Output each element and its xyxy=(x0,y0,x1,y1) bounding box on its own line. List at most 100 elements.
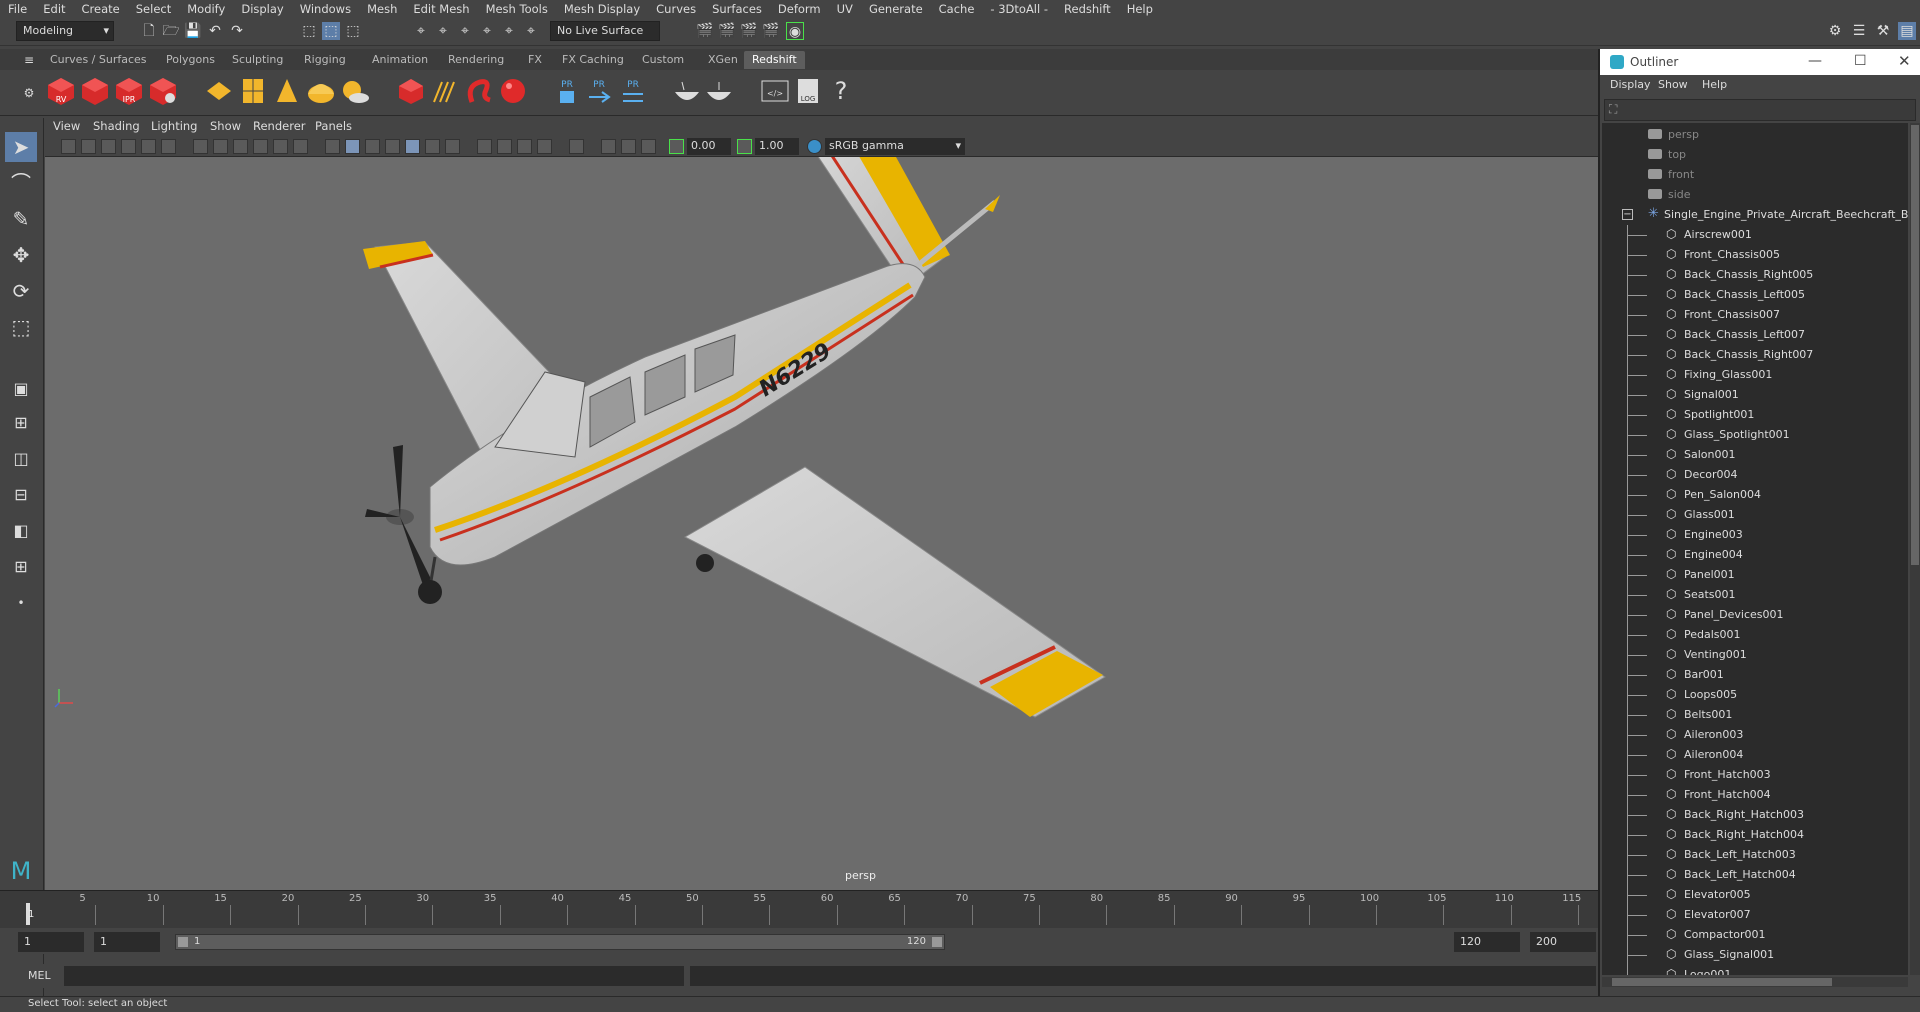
outliner-camera-row[interactable]: front xyxy=(1602,165,1908,185)
panel-menu-lighting[interactable]: Lighting xyxy=(151,119,197,133)
smooth-shade-icon[interactable] xyxy=(345,139,360,154)
animation-end-field[interactable]: 200 xyxy=(1530,932,1596,952)
menu-uv[interactable]: UV xyxy=(829,0,861,18)
wireframe-on-shaded-icon[interactable] xyxy=(385,139,400,154)
rs-material-icon[interactable] xyxy=(464,76,494,106)
rs-proxy-swap-icon[interactable]: PR xyxy=(618,76,648,106)
side-by-side-layout-icon[interactable]: ◫ xyxy=(5,444,37,474)
isolate-select-icon[interactable] xyxy=(569,139,584,154)
shelf-tab-animation[interactable]: Animation xyxy=(364,51,436,69)
close-icon[interactable]: ✕ xyxy=(1898,52,1911,70)
rs-area-light-icon[interactable] xyxy=(204,76,234,106)
outliner-mesh-row[interactable]: ⬡ Engine004 xyxy=(1602,545,1908,565)
gamma-field[interactable]: 1.00 xyxy=(755,138,799,155)
range-handle-start[interactable] xyxy=(178,937,188,947)
motion-blur-icon[interactable] xyxy=(497,139,512,154)
menu-3dtoall[interactable]: - 3DtoAll - xyxy=(982,0,1056,18)
outliner-group-row[interactable]: − ✳ Single_Engine_Private_Aircraft_Beechcr… xyxy=(1602,205,1908,225)
outliner-hscrollbar[interactable] xyxy=(1602,977,1908,987)
render-current-icon[interactable]: 🎬 xyxy=(718,22,736,40)
redshift-render-icon[interactable] xyxy=(80,76,110,106)
colorspace-dropdown[interactable]: sRGB gamma ▾ xyxy=(825,138,965,155)
menu-edit-mesh[interactable]: Edit Mesh xyxy=(405,0,477,18)
outliner-mesh-row[interactable]: ⬡ Loops005 xyxy=(1602,685,1908,705)
persp-outliner-layout-icon[interactable]: ◧ xyxy=(5,516,37,546)
minimize-icon[interactable]: — xyxy=(1808,53,1822,69)
menu-file[interactable]: File xyxy=(0,0,35,18)
outliner-mesh-row[interactable]: ⬡ Glass_Spotlight001 xyxy=(1602,425,1908,445)
outliner-mesh-row[interactable]: ⬡ Back_Chassis_Left005 xyxy=(1602,285,1908,305)
menu-select[interactable]: Select xyxy=(128,0,179,18)
hypershade-icon[interactable]: ◉ xyxy=(786,22,804,40)
outliner-mesh-row[interactable]: ⬡ Logo001 xyxy=(1602,965,1908,975)
gate-mask-icon[interactable] xyxy=(253,139,268,154)
menu-edit[interactable]: Edit xyxy=(35,0,73,18)
color-management-icon[interactable] xyxy=(807,139,822,154)
scrollbar-thumb[interactable] xyxy=(1911,125,1919,565)
panel-menu-renderer[interactable]: Renderer xyxy=(253,119,306,133)
shelf-menu-icon[interactable]: ≡ xyxy=(20,51,38,69)
custom-layout-icon[interactable]: ⊞ xyxy=(5,552,37,582)
collapse-icon[interactable]: − xyxy=(1622,209,1633,220)
outliner-mesh-row[interactable]: ⬡ Glass001 xyxy=(1602,505,1908,525)
shelf-tab-fx-caching[interactable]: FX Caching xyxy=(554,51,632,69)
menu-cache[interactable]: Cache xyxy=(931,0,983,18)
outliner-mesh-row[interactable]: ⬡ Belts001 xyxy=(1602,705,1908,725)
outliner-mesh-row[interactable]: ⬡ Compactor001 xyxy=(1602,925,1908,945)
redo-icon[interactable]: ↷ xyxy=(228,22,246,40)
menu-redshift[interactable]: Redshift xyxy=(1056,0,1119,18)
outliner-mesh-row[interactable]: ⬡ Front_Hatch003 xyxy=(1602,765,1908,785)
snap-grid-icon[interactable]: ⌖ xyxy=(412,22,430,40)
snap-surface-icon[interactable]: ⌖ xyxy=(500,22,518,40)
menu-create[interactable]: Create xyxy=(74,0,128,18)
undo-icon[interactable]: ↶ xyxy=(206,22,224,40)
outliner-camera-row[interactable]: side xyxy=(1602,185,1908,205)
outliner-mesh-row[interactable]: ⬡ Spotlight001 xyxy=(1602,405,1908,425)
layout-more-icon[interactable]: • xyxy=(5,588,37,618)
outliner-camera-row[interactable]: top xyxy=(1602,145,1908,165)
menu-set-dropdown[interactable]: Modeling ▾ xyxy=(16,21,114,41)
menu-modify[interactable]: Modify xyxy=(179,0,233,18)
modeling-toolkit-icon[interactable]: ⚙ xyxy=(1826,22,1844,40)
shelf-tab-rendering[interactable]: Rendering xyxy=(440,51,512,69)
shelf-settings-icon[interactable]: ⚙ xyxy=(20,84,38,102)
command-language-label[interactable]: MEL xyxy=(28,969,51,982)
menu-mesh-tools[interactable]: Mesh Tools xyxy=(478,0,556,18)
menu-curves[interactable]: Curves xyxy=(648,0,704,18)
attribute-editor-icon[interactable]: ☰ xyxy=(1850,22,1868,40)
persp-graph-layout-icon[interactable]: ⊟ xyxy=(5,480,37,510)
select-by-hierarchy-icon[interactable]: ⬚ xyxy=(300,22,318,40)
redshift-render-view-icon[interactable]: RV xyxy=(46,76,76,106)
outliner-mesh-row[interactable]: ⬡ Signal001 xyxy=(1602,385,1908,405)
anti-aliasing-icon[interactable] xyxy=(517,139,532,154)
rs-proxy-icon[interactable] xyxy=(396,76,426,106)
use-all-lights-icon[interactable] xyxy=(425,139,440,154)
panel-menu-shading[interactable]: Shading xyxy=(93,119,140,133)
default-material-icon[interactable] xyxy=(365,139,380,154)
tool-settings-icon[interactable]: ⚒ xyxy=(1874,22,1892,40)
shelf-tab-fx[interactable]: FX xyxy=(520,51,550,69)
screen-space-ao-icon[interactable] xyxy=(477,139,492,154)
outliner-mesh-row[interactable]: ⬡ Panel001 xyxy=(1602,565,1908,585)
select-by-object-icon[interactable]: ⬚ xyxy=(322,22,340,40)
menu-surfaces[interactable]: Surfaces xyxy=(704,0,770,18)
depth-of-field-icon[interactable] xyxy=(537,139,552,154)
scale-tool-icon[interactable]: ⬚ xyxy=(5,312,37,342)
rs-proxy-import-icon[interactable]: PR xyxy=(584,76,614,106)
shelf-tab-polygons[interactable]: Polygons xyxy=(158,51,223,69)
outliner-mesh-row[interactable]: ⬡ Front_Chassis007 xyxy=(1602,305,1908,325)
select-tool-icon[interactable]: ➤ xyxy=(5,132,37,162)
outliner-menu-show[interactable]: Show xyxy=(1658,78,1688,91)
animation-start-field[interactable]: 1 xyxy=(18,932,84,952)
rs-script-icon[interactable]: </> xyxy=(760,76,790,106)
outliner-mesh-row[interactable]: ⬡ Front_Hatch004 xyxy=(1602,785,1908,805)
xray-active-icon[interactable] xyxy=(621,139,636,154)
outliner-search-field[interactable]: ⛶ xyxy=(1604,99,1916,121)
four-view-layout-icon[interactable]: ⊞ xyxy=(5,408,37,438)
open-scene-icon[interactable]: 🗁 xyxy=(162,22,180,40)
rs-sun-sky-icon[interactable] xyxy=(340,76,370,106)
rs-sphere-material-icon[interactable] xyxy=(498,76,528,106)
rotate-tool-icon[interactable]: ⟳ xyxy=(5,276,37,306)
rs-hair-icon[interactable] xyxy=(430,76,460,106)
grease-pencil-icon[interactable] xyxy=(161,139,176,154)
